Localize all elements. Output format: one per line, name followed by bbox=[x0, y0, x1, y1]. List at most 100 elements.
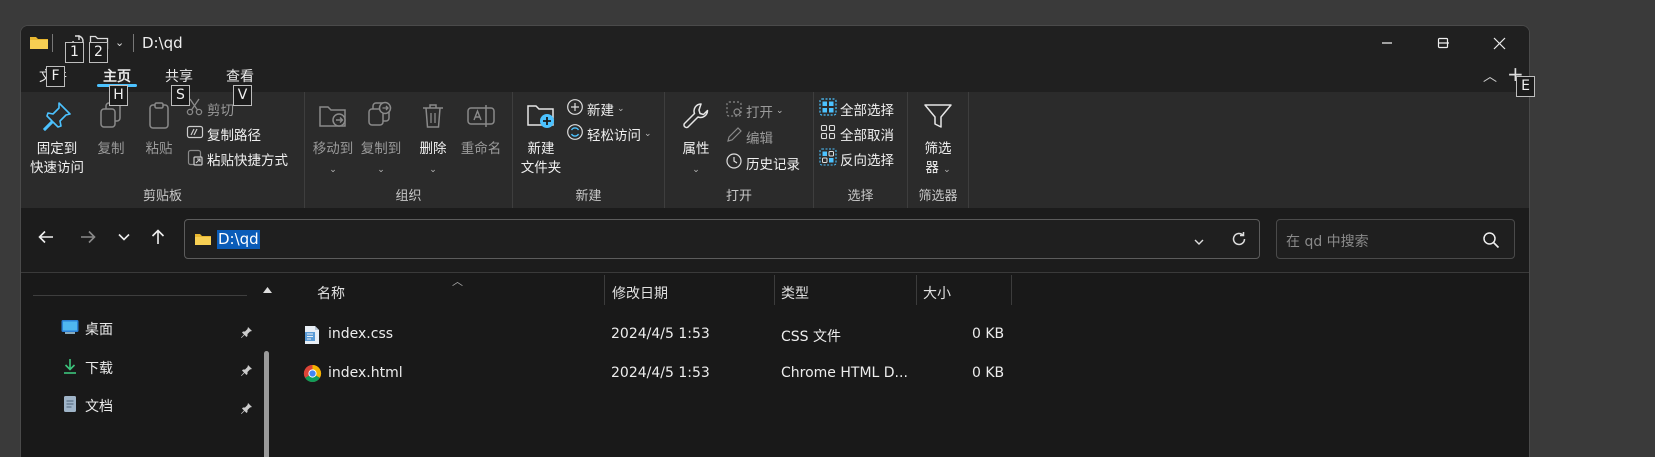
nav-item-documents[interactable]: 文档 bbox=[61, 395, 261, 417]
pin-icon[interactable] bbox=[241, 323, 253, 342]
minimize-button[interactable] bbox=[1359, 26, 1415, 60]
tab-share[interactable]: 共享 bbox=[165, 66, 193, 86]
new-folder-button[interactable]: 新建 文件夹 bbox=[517, 100, 565, 178]
file-type: CSS 文件 bbox=[781, 329, 841, 345]
keytip-qat-2: 2 bbox=[89, 42, 108, 63]
nav-item-label: 文档 bbox=[85, 399, 113, 415]
forward-arrow-icon[interactable] bbox=[79, 228, 97, 250]
copy-to-button[interactable]: 复制到 ⌄ bbox=[357, 100, 405, 180]
open-button[interactable]: 打开 ⌄ bbox=[725, 100, 784, 122]
select-none-button[interactable]: 全部取消 bbox=[819, 123, 894, 145]
easy-access-button[interactable]: 轻松访问 ⌄ bbox=[566, 123, 652, 145]
keytip-home: H bbox=[109, 85, 128, 106]
title-bar: ⌄ D:\qd 1 2 bbox=[21, 26, 1529, 63]
paste-button[interactable]: 粘贴 bbox=[139, 100, 179, 159]
close-button[interactable] bbox=[1471, 26, 1527, 60]
clipboard-group-label: 剪贴板 bbox=[142, 189, 182, 204]
rename-icon bbox=[457, 100, 505, 138]
select-none-label: 全部取消 bbox=[840, 128, 894, 144]
file-type: Chrome HTML D... bbox=[781, 365, 908, 381]
new-item-label: 新建 bbox=[587, 103, 614, 119]
rename-button[interactable]: 重命名 bbox=[457, 100, 505, 159]
filter-label-line2: 器 bbox=[925, 160, 939, 176]
invert-selection-icon bbox=[819, 148, 837, 170]
file-explorer-window: ⌄ D:\qd 1 2 文件 主页 共享 查看 ︿ F H S V bbox=[20, 25, 1530, 457]
search-box[interactable]: 在 qd 中搜索 bbox=[1276, 219, 1515, 259]
file-modified: 2024/4/5 1:53 bbox=[611, 365, 710, 381]
properties-button[interactable]: 属性 ⌄ bbox=[675, 100, 717, 180]
column-divider[interactable] bbox=[774, 275, 775, 305]
file-size: 0 KB bbox=[972, 326, 1005, 342]
delete-button[interactable]: 删除 ⌄ bbox=[413, 100, 453, 180]
move-to-button[interactable]: 移动到 ⌄ bbox=[309, 100, 357, 180]
copy-label: 复制 bbox=[97, 141, 125, 157]
scroll-up-arrow-icon[interactable] bbox=[263, 279, 272, 298]
customize-qat-chevron-icon[interactable]: ⌄ bbox=[115, 36, 124, 49]
folder-icon bbox=[29, 34, 49, 54]
recent-locations-chevron-icon[interactable] bbox=[117, 228, 131, 250]
nav-scrollbar[interactable] bbox=[259, 273, 275, 457]
nav-scrollbar-thumb[interactable] bbox=[264, 351, 269, 457]
navigation-pane: 桌面 下载 文档 bbox=[21, 273, 279, 457]
chevron-down-icon: ⌄ bbox=[943, 165, 951, 175]
search-icon[interactable] bbox=[1482, 231, 1500, 253]
table-row[interactable]: index.html 2024/4/5 1:53 Chrome HTML D..… bbox=[279, 356, 1039, 392]
column-header-modified[interactable]: 修改日期 bbox=[612, 283, 668, 303]
column-header-size[interactable]: 大小 bbox=[923, 283, 951, 303]
cut-button[interactable]: 剪切 bbox=[186, 98, 234, 120]
copy-button[interactable]: 复制 bbox=[91, 100, 131, 159]
filter-group: 筛选 器 ⌄ 筛选器 bbox=[908, 92, 969, 208]
content-area: 桌面 下载 文档 ︿ 名称 修改日期 类型 大小 index.css 2024/… bbox=[21, 273, 1529, 457]
filter-label-line1: 筛选 bbox=[924, 141, 952, 157]
chevron-down-icon: ⌄ bbox=[644, 129, 652, 139]
address-bar[interactable]: D:\qd bbox=[184, 219, 1260, 259]
pin-icon[interactable] bbox=[241, 361, 253, 380]
column-divider[interactable] bbox=[916, 275, 917, 305]
refresh-icon[interactable] bbox=[1230, 230, 1248, 252]
column-header-type[interactable]: 类型 bbox=[781, 283, 809, 303]
nav-item-label: 下载 bbox=[85, 361, 113, 377]
open-group: 属性 ⌄ 打开 ⌄ 编辑 历史记录 打开 bbox=[665, 92, 814, 208]
keytip-view: V bbox=[233, 85, 252, 106]
keytip-expand: E bbox=[1516, 76, 1535, 97]
address-path[interactable]: D:\qd bbox=[217, 230, 260, 249]
column-divider[interactable] bbox=[1011, 275, 1012, 305]
separator bbox=[133, 34, 134, 52]
ribbon: 固定到 快速访问 复制 粘贴 剪切 复制路径 粘贴快捷方式 剪贴板 移动到 ⌄ … bbox=[21, 92, 1529, 208]
easy-access-icon bbox=[566, 123, 584, 145]
new-item-button[interactable]: 新建 ⌄ bbox=[566, 98, 625, 120]
file-list: ︿ 名称 修改日期 类型 大小 index.css 2024/4/5 1:53 … bbox=[279, 273, 1529, 457]
history-button[interactable]: 历史记录 bbox=[725, 152, 800, 174]
nav-item-downloads[interactable]: 下载 bbox=[61, 357, 261, 379]
chevron-down-icon: ⌄ bbox=[617, 104, 625, 114]
tab-view[interactable]: 查看 bbox=[226, 66, 254, 86]
invert-selection-button[interactable]: 反向选择 bbox=[819, 148, 894, 170]
address-history-chevron-icon[interactable] bbox=[1193, 233, 1205, 252]
filter-group-label: 筛选器 bbox=[918, 189, 958, 204]
paste-shortcut-button[interactable]: 粘贴快捷方式 bbox=[186, 148, 288, 170]
new-group: 新建 文件夹 新建 ⌄ 轻松访问 ⌄ 新建 bbox=[513, 92, 665, 208]
collapse-ribbon-chevron-icon[interactable]: ︿ bbox=[1483, 66, 1497, 86]
maximize-button[interactable] bbox=[1415, 26, 1471, 60]
up-arrow-icon[interactable] bbox=[149, 228, 167, 250]
pin-icon[interactable] bbox=[241, 399, 253, 418]
filter-button[interactable]: 筛选 器 ⌄ bbox=[914, 100, 962, 180]
copy-to-label: 复制到 bbox=[360, 141, 402, 157]
tab-home[interactable]: 主页 bbox=[103, 66, 131, 86]
back-arrow-icon[interactable] bbox=[37, 228, 55, 250]
new-group-label: 新建 bbox=[575, 189, 602, 204]
nav-item-desktop[interactable]: 桌面 bbox=[61, 319, 261, 339]
new-folder-label-line2: 文件夹 bbox=[520, 160, 562, 176]
edit-button[interactable]: 编辑 bbox=[725, 126, 773, 148]
column-divider[interactable] bbox=[604, 275, 605, 305]
clipboard-group: 固定到 快速访问 复制 粘贴 剪切 复制路径 粘贴快捷方式 剪贴板 bbox=[21, 92, 305, 208]
table-row[interactable]: index.css 2024/4/5 1:53 CSS 文件 0 KB bbox=[279, 317, 1039, 353]
pin-to-quick-access-button[interactable]: 固定到 快速访问 bbox=[27, 100, 87, 178]
select-all-button[interactable]: 全部选择 bbox=[819, 98, 894, 120]
column-header-name[interactable]: 名称 bbox=[317, 283, 345, 303]
file-size: 0 KB bbox=[972, 365, 1005, 381]
keytip-share: S bbox=[171, 85, 190, 106]
copy-to-icon bbox=[357, 100, 405, 138]
select-none-icon bbox=[819, 123, 837, 145]
copy-path-button[interactable]: 复制路径 bbox=[186, 123, 261, 145]
